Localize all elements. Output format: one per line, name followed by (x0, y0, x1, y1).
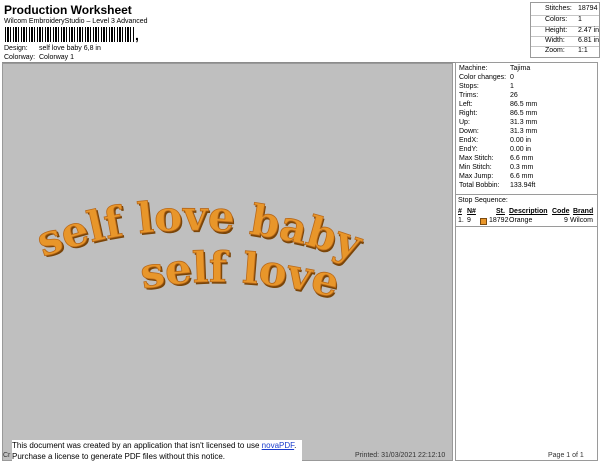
stat-stitches: Stitches: 18794 (545, 5, 598, 12)
info-color-changes: Color changes: 0 (459, 74, 514, 81)
info-stops: Stops: 1 (459, 83, 514, 90)
info-endy: EndY: 0.00 in (459, 146, 532, 153)
footer-left-text: Cr (3, 452, 11, 459)
novapdf-link[interactable]: novaPDF (262, 441, 294, 450)
barcode (5, 27, 135, 42)
col-num: # (458, 208, 462, 215)
info-left: Left: 86.5 mm (459, 101, 538, 108)
col-n: N# (467, 208, 476, 215)
machine-info-panel: Machine: Tajima Color changes: 0 Stops: 1 T… (455, 62, 598, 461)
info-min-stitch: Min Stitch: 0.3 mm (459, 164, 534, 171)
thread-color-swatch (480, 218, 487, 225)
info-up: Up: 31.3 mm (459, 119, 538, 126)
design-value: self love baby 6,8 in (39, 45, 101, 52)
info-down: Down: 31.3 mm (459, 128, 538, 135)
col-description: Description (509, 208, 548, 215)
page-number: Page 1 of 1 (548, 452, 584, 459)
colorway-value: Colorway 1 (39, 54, 75, 61)
info-trims: Trims: 26 (459, 92, 518, 99)
page-title: Production Worksheet (4, 3, 132, 17)
colorway-label: Colorway: (4, 54, 36, 61)
info-max-jump: Max Jump: 6.6 mm (459, 173, 534, 180)
stat-width: Width: 6.81 in (545, 37, 600, 44)
stop-sequence-heading: Stop Sequence: (458, 197, 508, 204)
license-notice: This document was created by an applicat… (12, 440, 302, 464)
design-row: Design: self love baby 6,8 in (4, 45, 101, 52)
barcode-suffix: , (135, 27, 139, 43)
info-max-stitch: Max Stitch: 6.6 mm (459, 155, 534, 162)
info-machine: Machine: Tajima (459, 65, 531, 72)
info-right: Right: 86.5 mm (459, 110, 538, 117)
info-total-bobbin: Total Bobbin: 133.94ft (459, 182, 536, 189)
stat-height: Height: 2.47 in (545, 27, 600, 34)
printed-date: Printed: 31/03/2021 22:12:10 (355, 452, 446, 459)
embroidery-preview: self love baby self love baby self love … (30, 191, 370, 310)
col-st: St. (496, 208, 505, 215)
design-label: Design: (4, 45, 28, 52)
design-preview: self love baby self love baby self love … (2, 63, 453, 461)
col-brand: Brand (573, 208, 594, 215)
info-endx: EndX: 0.00 in (459, 137, 532, 144)
software-subtitle: Wilcom EmbroideryStudio – Level 3 Advanc… (4, 18, 148, 25)
col-code: Code (552, 208, 570, 215)
stat-zoom: Zoom: 1:1 (545, 47, 588, 54)
colorway-row: Colorway: Colorway 1 (4, 54, 74, 61)
stat-colors: Colors: 1 (545, 16, 582, 23)
stats-box: Stitches: 18794 Colors: 1 Height: 2.47 in W… (530, 2, 600, 58)
